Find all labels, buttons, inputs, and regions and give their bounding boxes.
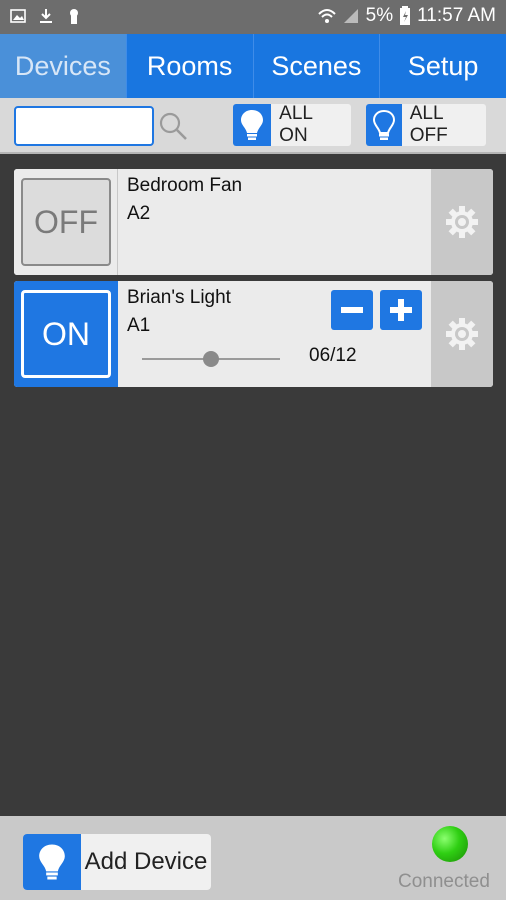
connection-status-icon: [432, 826, 468, 862]
plus-icon: [390, 299, 412, 321]
slider-thumb[interactable]: [203, 351, 219, 367]
toggle-zone: ON: [14, 281, 118, 387]
lightbulb-icon: [23, 834, 81, 890]
on-toggle-button[interactable]: ON: [21, 290, 111, 378]
device-name: Brian's Light: [127, 287, 231, 308]
brightness-level: 06/12: [309, 345, 357, 366]
download-icon: [40, 9, 52, 23]
device-name: Bedroom Fan: [127, 175, 243, 196]
clock: 11:57 AM: [417, 5, 496, 26]
device-card: OFF Bedroom Fan A2: [14, 169, 493, 275]
all-off-label: ALL OFF: [409, 104, 448, 146]
device-settings-button[interactable]: [431, 281, 493, 387]
footer: Add Device Connected: [0, 816, 506, 900]
device-settings-button[interactable]: [431, 169, 493, 275]
tab-bar: Devices Rooms Scenes Setup: [0, 34, 506, 98]
keyhole-icon: [70, 9, 78, 24]
gear-icon: [446, 206, 478, 238]
lightbulb-outline-icon: [366, 104, 402, 146]
brightness-slider[interactable]: [142, 351, 280, 367]
add-device-label: Add Device: [84, 848, 208, 875]
dim-up-button[interactable]: [380, 290, 422, 330]
toolbar: ALL ON ALL OFF: [0, 98, 506, 154]
device-address: A1: [127, 315, 151, 336]
search-icon[interactable]: [158, 111, 188, 141]
status-bar: 5% 11:57 AM: [0, 0, 506, 34]
all-on-button[interactable]: ALL ON: [233, 104, 351, 146]
device-card: ON Brian's Light A1 06/12: [14, 281, 493, 387]
battery-icon: [400, 6, 411, 25]
add-device-button[interactable]: Add Device: [23, 834, 211, 890]
device-address: A2: [127, 203, 151, 224]
image-icon: [10, 9, 26, 23]
tab-rooms[interactable]: Rooms: [127, 34, 254, 98]
off-toggle-button[interactable]: OFF: [21, 178, 111, 266]
all-off-button[interactable]: ALL OFF: [366, 104, 486, 146]
minus-icon: [341, 307, 363, 313]
gear-icon: [446, 318, 478, 350]
dim-down-button[interactable]: [331, 290, 373, 330]
search-input[interactable]: [14, 106, 154, 146]
signal-icon: [343, 9, 358, 23]
status-bar-left: [10, 8, 82, 24]
lightbulb-icon: [233, 104, 272, 146]
connection-status-label: Connected: [398, 871, 490, 892]
wifi-icon: [317, 9, 336, 23]
tab-scenes[interactable]: Scenes: [254, 34, 381, 98]
status-bar-right: 5% 11:57 AM: [317, 5, 496, 27]
toggle-zone: OFF: [14, 169, 118, 275]
all-on-label: ALL ON: [279, 104, 313, 146]
tab-setup[interactable]: Setup: [380, 34, 506, 98]
tab-devices[interactable]: Devices: [0, 34, 127, 98]
battery-percent: 5%: [365, 5, 394, 26]
